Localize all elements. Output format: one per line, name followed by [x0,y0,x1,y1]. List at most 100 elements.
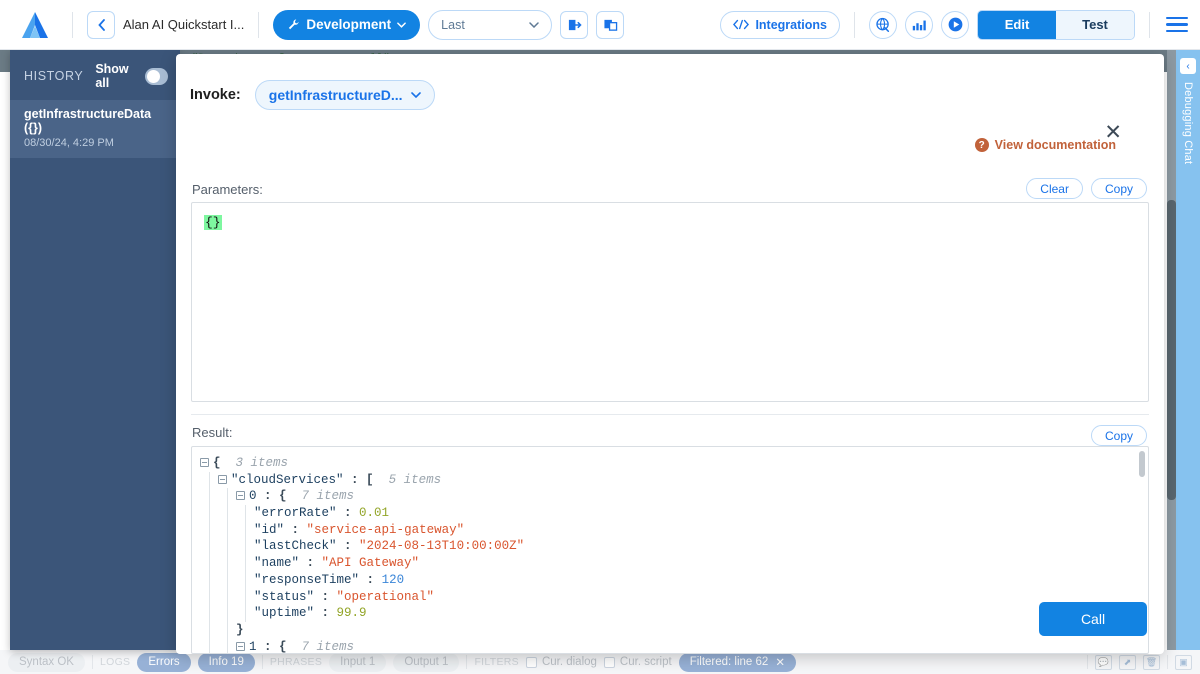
app-root: Alan AI Quickstart I... Development Last [0,0,1200,674]
json-item-count: 7 items [287,489,355,503]
chevron-left-icon[interactable]: ‹ [1180,58,1196,74]
result-viewer[interactable]: { 3 items"cloudServices" : [ 5 items0 : … [191,446,1149,654]
invoke-row: Invoke: getInfrastructureD... [176,54,1164,110]
parameters-value: {} [204,215,222,230]
result-scrollbar-thumb[interactable] [1139,451,1145,477]
output-filter[interactable]: Output 1 [393,653,459,672]
filtered-line-pill[interactable]: Filtered: line 62 ✕ [679,653,796,672]
syntax-status[interactable]: Syntax OK [8,653,85,672]
analytics-button[interactable] [905,11,933,39]
chevron-down-icon [397,22,406,28]
checkbox-icon [604,657,615,668]
history-panel: HISTORY Show all getInfrastructureData (… [10,50,180,650]
json-value: "operational" [337,590,435,604]
json-value: 0.01 [359,506,389,520]
back-button[interactable] [87,11,115,39]
json-key: "responseTime" [254,573,359,587]
invoke-modal: Invoke: getInfrastructureD... ? View doc… [176,54,1164,654]
cur-script-checkbox[interactable]: Cur. script [604,656,672,668]
json-collapse-toggle[interactable] [236,491,245,500]
project-name[interactable]: Alan AI Quickstart I... [123,17,244,32]
status-divider-1 [92,655,93,669]
copy-result-button[interactable]: Copy [1091,425,1147,446]
json-guide-line [209,488,210,505]
clear-button[interactable]: Clear [1026,178,1083,199]
json-guide-line [209,605,210,622]
parameters-actions: Clear Copy [1026,178,1147,199]
json-guide-line [209,538,210,555]
clone-project-button[interactable] [596,11,624,39]
json-guide-line [209,472,210,489]
environment-button[interactable]: Development [273,10,420,40]
debugging-chat-label: Debugging Chat [1182,82,1194,164]
json-guide-line [227,555,228,572]
history-item-title: getInfrastructureData ({}) [24,107,168,135]
close-icon[interactable]: ✕ [775,655,785,669]
web-deploy-button[interactable] [869,11,897,39]
input-filter[interactable]: Input 1 [329,653,386,672]
view-documentation-link[interactable]: ? View documentation [975,138,1116,152]
errors-filter[interactable]: Errors [137,653,190,672]
json-guide-line [209,572,210,589]
tab-edit[interactable]: Edit [978,11,1056,39]
json-punctuation: : [344,506,359,520]
json-collapse-toggle[interactable] [218,475,227,484]
debugging-chat-tab[interactable]: ‹ Debugging Chat [1176,50,1200,650]
json-guide-line [245,505,246,522]
parameters-editor[interactable]: {} [191,202,1149,402]
json-guide-line [245,572,246,589]
call-button[interactable]: Call [1039,602,1147,636]
json-punctuation: : [322,590,337,604]
run-button[interactable] [941,11,969,39]
comment-icon[interactable]: 💬 [1095,655,1112,670]
info-filter[interactable]: Info 19 [198,653,255,672]
web-deploy-icon [875,17,891,33]
history-item[interactable]: getInfrastructureData ({}) 08/30/24, 4:2… [10,100,180,158]
json-collapse-toggle[interactable] [236,642,245,651]
json-value: 99.9 [337,606,367,620]
result-label: Result: [192,425,232,440]
json-key: "uptime" [254,606,314,620]
json-value: 120 [382,573,405,587]
integrations-button[interactable]: Integrations [720,11,840,39]
history-item-date: 08/30/24, 4:29 PM [24,137,168,149]
json-punctuation: : [ [351,473,374,487]
version-select[interactable]: Last [428,10,552,40]
export-icon[interactable]: ⬈ [1119,655,1136,670]
json-punctuation: : [367,573,382,587]
logs-group-label: LOGS [100,656,130,668]
integrations-label: Integrations [755,18,827,32]
parameters-label: Parameters: [192,182,263,197]
import-project-button[interactable] [560,11,588,39]
json-guide-line [227,622,228,639]
hamburger-menu-icon[interactable] [1166,13,1188,37]
json-row: 1 : { 7 items [200,639,1148,654]
json-guide-line [227,605,228,622]
history-header: HISTORY Show all [10,50,180,100]
editor-scrollbar[interactable] [1167,50,1176,650]
cur-script-label: Cur. script [620,656,672,668]
json-guide-line [227,522,228,539]
json-guide-line [227,589,228,606]
show-all-toggle[interactable] [145,68,168,85]
cur-dialog-checkbox[interactable]: Cur. dialog [526,656,597,668]
close-icon[interactable]: ✕ [1104,122,1122,143]
json-guide-line [245,605,246,622]
json-row: "cloudServices" : [ 5 items [200,472,1148,489]
editor-scrollbar-thumb[interactable] [1167,200,1176,500]
tab-test[interactable]: Test [1056,11,1134,39]
json-row: "lastCheck" : "2024-08-13T10:00:00Z" [200,538,1148,555]
copy-parameters-button[interactable]: Copy [1091,178,1147,199]
json-key: "status" [254,590,314,604]
collapse-icon[interactable]: ▣ [1175,655,1192,670]
json-key: 0 [249,489,257,503]
json-collapse-toggle[interactable] [200,458,209,467]
filters-group-label: FILTERS [474,656,519,668]
json-row: "responseTime" : 120 [200,572,1148,589]
header-divider-3 [854,12,855,38]
trash-icon[interactable]: 🗑 [1143,655,1160,670]
import-project-icon [567,18,582,32]
json-guide-line [245,555,246,572]
json-item-count: 5 items [374,473,442,487]
function-select[interactable]: getInfrastructureD... [255,80,435,110]
